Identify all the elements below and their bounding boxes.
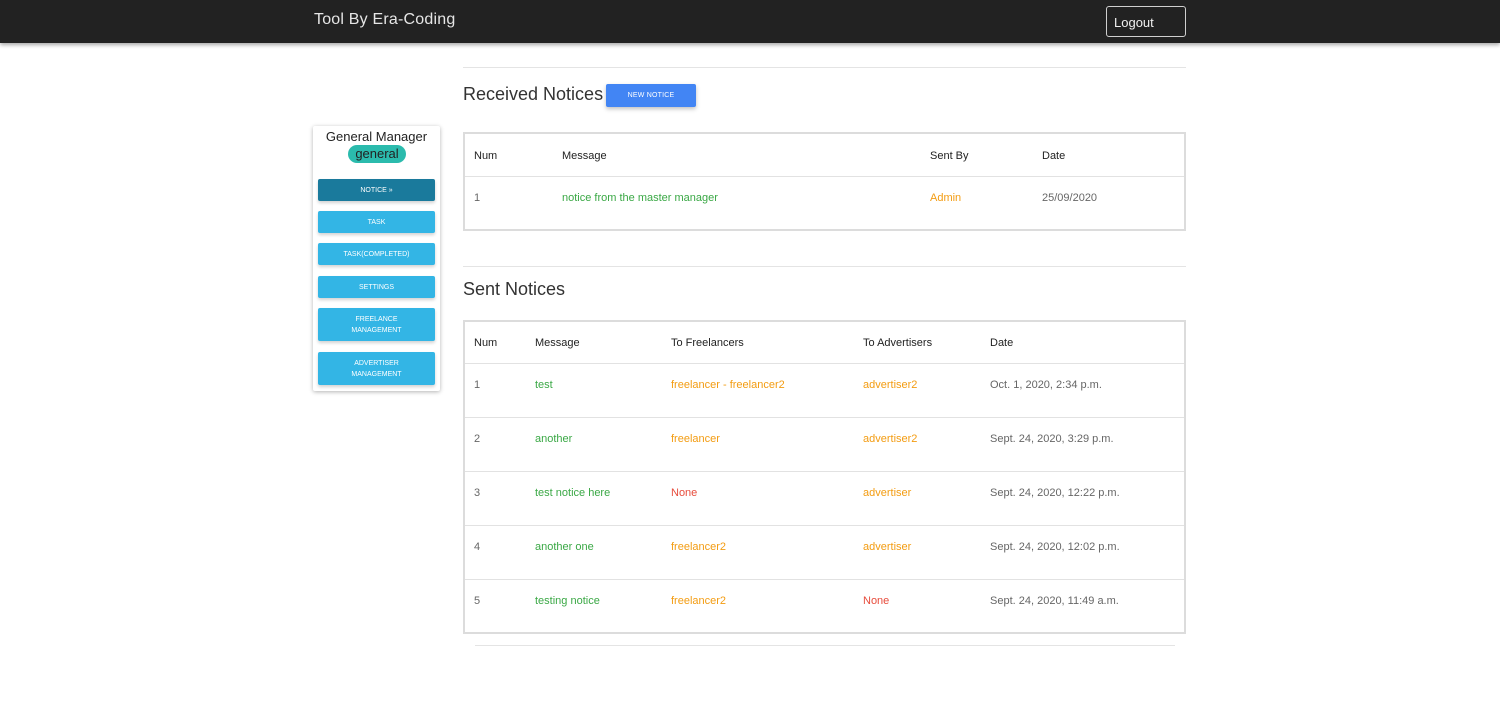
user-name: General Manager [325, 129, 428, 144]
row-to-advertisers[interactable]: advertiser2 [863, 379, 917, 391]
row-divider [465, 471, 1184, 472]
column-header-date: Date [990, 337, 1014, 349]
row-divider [465, 579, 1184, 580]
row-to-freelancers[interactable]: freelancer [671, 433, 720, 445]
row-message[interactable]: test [535, 379, 553, 391]
column-header-num: Num [474, 337, 498, 349]
row-num: 4 [474, 541, 481, 553]
sidebar-item-task-completed[interactable]: TASK(COMPLETED) [318, 243, 435, 265]
row-to-freelancers[interactable]: freelancer2 [671, 541, 726, 553]
row-num: 5 [474, 595, 481, 607]
column-header-to-freelancers: To Freelancers [671, 337, 744, 349]
sent-notices-title: Sent Notices [463, 279, 566, 299]
row-num: 1 [474, 379, 481, 391]
row-num: 1 [474, 192, 481, 204]
row-to-freelancers[interactable]: freelancer - freelancer2 [671, 379, 785, 391]
new-notice-button[interactable]: NEW NOTICE [606, 84, 696, 107]
logout-button[interactable]: Logout [1106, 6, 1186, 37]
divider [463, 67, 1186, 68]
row-date: Sept. 24, 2020, 11:49 a.m. [990, 595, 1119, 607]
divider [463, 266, 1186, 267]
divider [475, 645, 1175, 646]
row-to-advertisers[interactable]: advertiser2 [863, 433, 917, 445]
top-navbar: Tool By Era-Coding Logout [0, 0, 1500, 43]
row-date: Sept. 24, 2020, 12:02 p.m. [990, 541, 1120, 553]
row-message[interactable]: notice from the master manager [562, 192, 718, 204]
row-message[interactable]: test notice here [535, 487, 610, 499]
column-header-sent-by: Sent By [930, 150, 969, 162]
column-header-num: Num [474, 150, 498, 162]
row-message[interactable]: another one [535, 541, 594, 553]
row-date: Oct. 1, 2020, 2:34 p.m. [990, 379, 1102, 391]
received-notices-table: Num Message Sent By Date 1 notice from t… [463, 132, 1186, 231]
role-badge: general [348, 145, 406, 163]
sidebar-card: General Manager general NOTICE » TASK TA… [313, 126, 440, 391]
row-date: Sept. 24, 2020, 3:29 p.m. [990, 433, 1114, 445]
row-to-advertisers[interactable]: advertiser [863, 541, 911, 553]
column-header-message: Message [562, 150, 607, 162]
sidebar-item-advertiser-management[interactable]: ADVERTISER MANAGEMENT [318, 352, 435, 385]
sidebar-item-notice[interactable]: NOTICE » [318, 179, 435, 201]
row-divider [465, 363, 1184, 364]
received-notices-title: Received Notices [463, 84, 604, 104]
column-header-date: Date [1042, 150, 1066, 162]
row-divider [465, 525, 1184, 526]
sidebar-item-settings[interactable]: SETTINGS [318, 276, 435, 298]
row-sent-by[interactable]: Admin [930, 192, 961, 204]
row-to-advertisers[interactable]: advertiser [863, 487, 911, 499]
row-to-advertisers: None [863, 595, 890, 607]
row-divider [465, 417, 1184, 418]
sent-notices-table: Num Message To Freelancers To Advertiser… [463, 320, 1186, 634]
row-date: 25/09/2020 [1042, 192, 1098, 204]
row-to-freelancers: None [671, 487, 698, 499]
row-message[interactable]: testing notice [535, 595, 600, 607]
sidebar-item-task[interactable]: TASK [318, 211, 435, 233]
row-num: 2 [474, 433, 481, 445]
row-date: Sept. 24, 2020, 12:22 p.m. [990, 487, 1120, 499]
row-to-freelancers[interactable]: freelancer2 [671, 595, 726, 607]
row-divider [465, 176, 1184, 177]
column-header-message: Message [535, 337, 580, 349]
sidebar-item-freelance-management[interactable]: FREELANCE MANAGEMENT [318, 308, 435, 341]
column-header-to-advertisers: To Advertisers [863, 337, 933, 349]
row-num: 3 [474, 487, 481, 499]
brand-title[interactable]: Tool By Era-Coding [314, 11, 455, 29]
row-message[interactable]: another [535, 433, 572, 445]
